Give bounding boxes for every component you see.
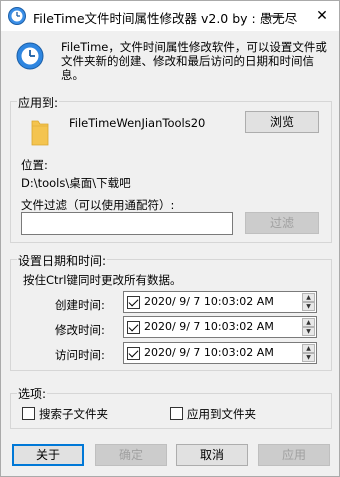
location-path: D:\tools\桌面\下载吧 <box>21 176 131 190</box>
created-time-picker[interactable]: 2020/ 9/ 7 10:03:02 AM ▲ ▼ <box>123 291 317 313</box>
file-name: FileTimeWenJianTools20 <box>69 116 206 130</box>
options-label: 选项: <box>17 385 48 402</box>
about-button[interactable]: 关于 <box>12 444 84 466</box>
ok-button[interactable]: 确定 <box>95 444 167 466</box>
filter-button[interactable]: 过滤 <box>245 212 319 234</box>
browse-button[interactable]: 浏览 <box>245 111 319 133</box>
clock-app-icon <box>8 7 26 25</box>
minimize-icon: — <box>269 8 283 24</box>
apply-button[interactable]: 应用 <box>258 444 330 466</box>
modified-time-spinner[interactable]: ▲ ▼ <box>302 318 315 336</box>
spin-up-icon[interactable]: ▲ <box>302 318 315 327</box>
created-time-spinner[interactable]: ▲ ▼ <box>302 293 315 311</box>
created-time-value: 2020/ 9/ 7 10:03:02 AM <box>144 295 274 308</box>
close-icon: ✕ <box>316 8 328 24</box>
search-subfolders-checkbox[interactable] <box>22 407 35 420</box>
title-bar: FileTime文件时间属性修改器 v2.0 by : 愚无尽 — ✕ <box>1 1 339 31</box>
modified-time-value: 2020/ 9/ 7 10:03:02 AM <box>144 320 274 333</box>
filter-input[interactable] <box>21 212 233 235</box>
created-time-checkbox[interactable] <box>127 296 140 309</box>
access-time-checkbox[interactable] <box>127 347 140 360</box>
spin-up-icon[interactable]: ▲ <box>302 344 315 353</box>
datetime-label: 设置日期和时间: <box>17 252 108 269</box>
access-time-spinner[interactable]: ▲ ▼ <box>302 344 315 362</box>
app-window: FileTime文件时间属性修改器 v2.0 by : 愚无尽 — ✕ File… <box>0 0 340 477</box>
search-subfolders-label[interactable]: 搜索子文件夹 <box>39 406 108 422</box>
modified-time-checkbox[interactable] <box>127 321 140 334</box>
apply-to-label: 应用到: <box>17 94 60 111</box>
access-time-picker[interactable]: 2020/ 9/ 7 10:03:02 AM ▲ ▼ <box>123 342 317 364</box>
apply-to-folders-checkbox[interactable] <box>170 407 183 420</box>
spin-down-icon[interactable]: ▼ <box>302 353 315 362</box>
modified-time-label: 修改时间: <box>55 323 105 337</box>
spin-down-icon[interactable]: ▼ <box>302 302 315 311</box>
clock-icon <box>16 42 44 70</box>
location-label: 位置: <box>21 158 48 172</box>
window-title: FileTime文件时间属性修改器 v2.0 by : 愚无尽 <box>33 11 298 26</box>
folder-icon <box>31 120 49 146</box>
cancel-button[interactable]: 取消 <box>176 444 248 466</box>
access-time-value: 2020/ 9/ 7 10:03:02 AM <box>144 346 274 359</box>
ctrl-hint: 按住Ctrl键同时更改所有数据。 <box>23 273 182 287</box>
access-time-label: 访问时间: <box>55 348 105 362</box>
spin-down-icon[interactable]: ▼ <box>302 327 315 336</box>
apply-to-folders-label[interactable]: 应用到文件夹 <box>187 406 256 422</box>
spin-up-icon[interactable]: ▲ <box>302 293 315 302</box>
app-description: FileTime，文件时间属性修改软件，可以设置文件或文件夹新的创建、修改和最后… <box>61 40 327 82</box>
minimize-button[interactable]: — <box>259 1 293 31</box>
filter-label: 文件过滤（可以使用通配符）: <box>21 198 175 212</box>
created-time-label: 创建时间: <box>55 298 105 312</box>
modified-time-picker[interactable]: 2020/ 9/ 7 10:03:02 AM ▲ ▼ <box>123 316 317 338</box>
close-button[interactable]: ✕ <box>305 1 339 31</box>
